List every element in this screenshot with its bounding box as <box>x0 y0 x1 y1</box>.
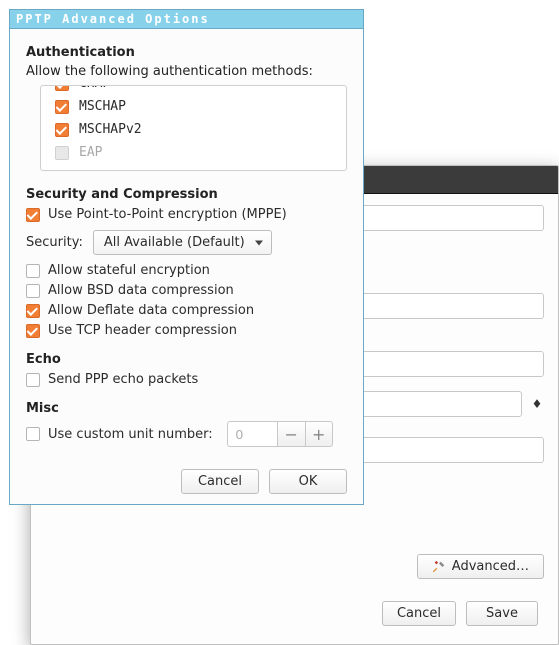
checkbox-mschap[interactable] <box>55 100 69 114</box>
checkbox-mschapv2[interactable] <box>55 123 69 137</box>
unit-row[interactable]: Use custom unit number: − + <box>26 421 347 447</box>
cancel-label: Cancel <box>198 474 242 489</box>
bsd-row[interactable]: Allow BSD data compression <box>26 283 347 298</box>
stateful-label: Allow stateful encryption <box>48 263 210 278</box>
bg-cancel-label: Cancel <box>397 606 441 621</box>
sec-heading: Security and Compression <box>26 187 347 202</box>
stateful-row[interactable]: Allow stateful encryption <box>26 263 347 278</box>
checkbox-mppe[interactable] <box>26 208 40 222</box>
mppe-row[interactable]: Use Point-to-Point encryption (MPPE) <box>26 207 347 222</box>
checkbox-stateful[interactable] <box>26 264 40 278</box>
deflate-row[interactable]: Allow Deflate data compression <box>26 303 347 318</box>
unit-input[interactable] <box>227 421 277 447</box>
auth-method-label: EAP <box>79 145 102 160</box>
checkbox-tcp[interactable] <box>26 324 40 338</box>
checkbox-bsd[interactable] <box>26 284 40 298</box>
bg-save-label: Save <box>486 606 518 621</box>
auth-heading: Authentication <box>26 45 347 60</box>
ok-button[interactable]: OK <box>269 469 347 494</box>
unit-decrement[interactable]: − <box>277 421 305 447</box>
mppe-label: Use Point-to-Point encryption (MPPE) <box>48 207 287 222</box>
ppp-row[interactable]: Send PPP echo packets <box>26 372 347 387</box>
unit-label: Use custom unit number: <box>48 427 213 442</box>
checkbox-chap[interactable] <box>55 85 69 91</box>
pptp-advanced-dialog: PPTP Advanced Options Authentication All… <box>9 9 364 505</box>
auth-method-mschapv2[interactable]: MSCHAPv2 <box>41 118 346 141</box>
cancel-button[interactable]: Cancel <box>181 469 259 494</box>
bsd-label: Allow BSD data compression <box>48 283 234 298</box>
advanced-label: Advanced… <box>452 559 529 574</box>
tcp-label: Use TCP header compression <box>48 323 237 338</box>
tools-icon <box>432 560 446 574</box>
checkbox-ppp[interactable] <box>26 373 40 387</box>
chevron-down-icon <box>255 240 263 245</box>
deflate-label: Allow Deflate data compression <box>48 303 254 318</box>
auth-method-eap[interactable]: EAP <box>41 141 346 164</box>
bg-cancel-button[interactable]: Cancel <box>382 601 456 626</box>
security-combo[interactable]: All Available (Default) <box>93 230 272 255</box>
auth-allow-text: Allow the following authentication metho… <box>26 64 347 79</box>
auth-method-label: MSCHAP <box>79 99 126 114</box>
security-label: Security: <box>26 235 83 250</box>
bg-save-button[interactable]: Save <box>466 601 538 626</box>
dialog-title: PPTP Advanced Options <box>10 10 363 29</box>
echo-heading: Echo <box>26 352 347 367</box>
unit-increment[interactable]: + <box>305 421 333 447</box>
checkbox-unit[interactable] <box>26 427 40 441</box>
auth-method-label: CHAP <box>79 85 110 91</box>
security-value: All Available (Default) <box>104 235 245 250</box>
help-icon[interactable]: ♦ <box>530 397 544 411</box>
auth-method-list[interactable]: CHAP MSCHAP MSCHAPv2 EAP <box>40 85 347 171</box>
advanced-button[interactable]: Advanced… <box>417 554 544 579</box>
checkbox-deflate[interactable] <box>26 304 40 318</box>
ppp-label: Send PPP echo packets <box>48 372 198 387</box>
auth-method-mschap[interactable]: MSCHAP <box>41 95 346 118</box>
ok-label: OK <box>299 474 318 489</box>
checkbox-eap[interactable] <box>55 146 69 160</box>
misc-heading: Misc <box>26 401 347 416</box>
auth-method-label: MSCHAPv2 <box>79 122 142 137</box>
auth-method-chap[interactable]: CHAP <box>41 85 346 95</box>
tcp-row[interactable]: Use TCP header compression <box>26 323 347 338</box>
